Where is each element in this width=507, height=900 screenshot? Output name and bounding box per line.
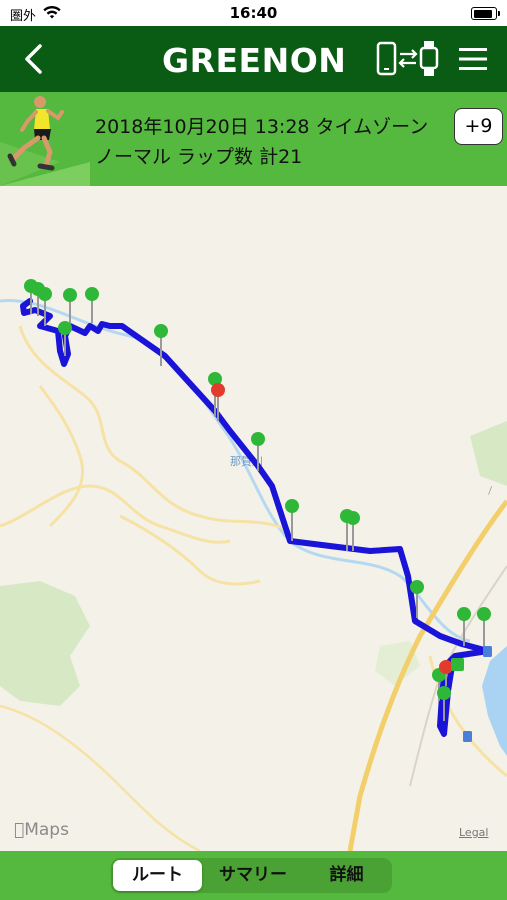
status-bar: 圏外 16:40 [0,0,507,26]
runner-icon [0,92,90,186]
activity-datetime: 2018年10月20日 13:28 タイムゾーン [95,116,429,138]
store-poi-icon [451,658,464,671]
legal-link[interactable]: Legal [459,826,488,839]
bus-stop-icon [483,646,492,657]
bus-stop-icon [463,731,472,742]
tab-summary[interactable]: サマリー [205,860,301,891]
maps-attribution-text: Maps [14,820,69,840]
view-segmented-control: ルート サマリー 詳細 [111,858,392,893]
hamburger-menu-icon[interactable] [458,44,488,74]
timezone-offset-badge[interactable]: +9 [454,108,503,145]
app-logo: GREENON [162,41,347,80]
route-map[interactable]: 那賀川 — [0,186,507,853]
park-area [0,581,90,706]
clock: 16:40 [229,4,278,22]
activity-mode-laps: ノーマル ラップ数 計21 [95,146,303,168]
tab-route[interactable]: ルート [113,860,202,891]
activity-info-bar: 2018年10月20日 13:28 タイムゾーン ノーマル ラップ数 計21 [0,92,507,186]
app-header: GREENON [0,26,507,92]
chevron-left-icon[interactable] [18,42,52,76]
phone-watch-sync-icon[interactable] [376,40,440,78]
battery-level [473,9,493,18]
tab-detail[interactable]: 詳細 [303,860,390,891]
apple-maps-attribution: Maps [14,820,69,840]
battery-icon [471,7,500,20]
map-canvas[interactable]: 那賀川 — [0,186,507,853]
